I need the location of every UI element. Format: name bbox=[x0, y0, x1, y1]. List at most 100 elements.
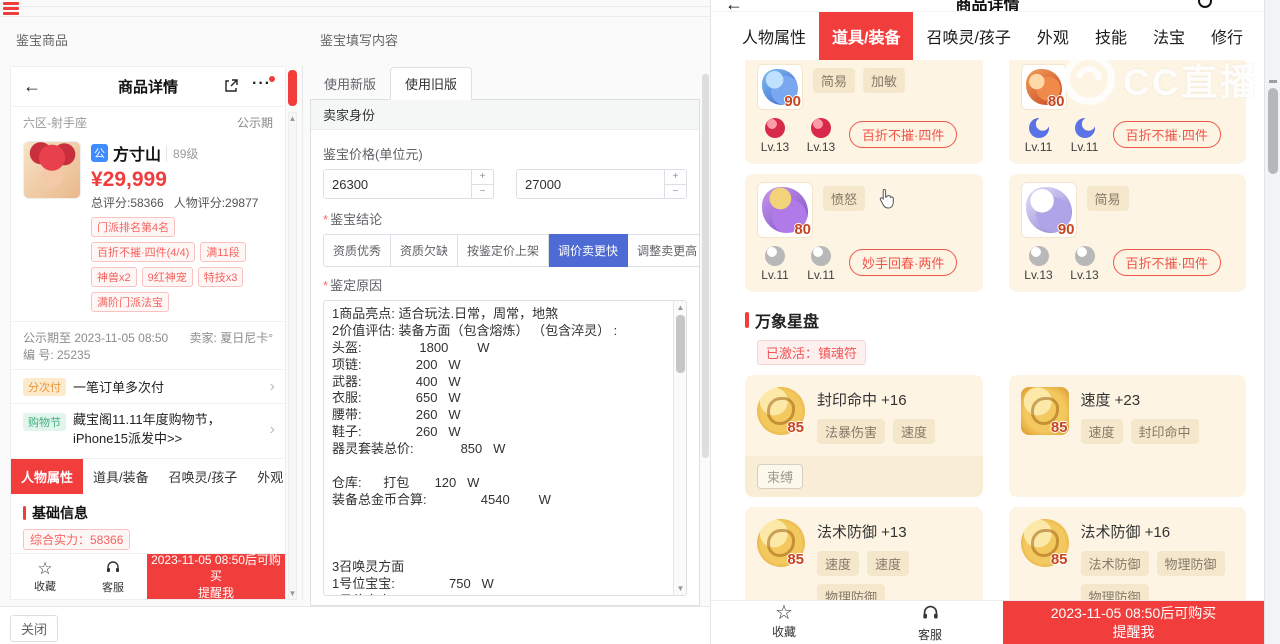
price-low-input[interactable] bbox=[324, 170, 471, 198]
gem-level: Lv.11 bbox=[761, 268, 789, 282]
star-level: 85 bbox=[787, 551, 804, 568]
gem-level: Lv.13 bbox=[1070, 268, 1099, 282]
scrollbar-thumb[interactable] bbox=[676, 315, 685, 373]
serial-number: 编 号: 25235 bbox=[23, 348, 91, 362]
product-nav-bar: ← 商品详情 ··· bbox=[11, 67, 285, 107]
equip-card[interactable]: 90 简易 Lv.13 Lv.13 百折不摧·四件 bbox=[1008, 174, 1246, 292]
installment-row[interactable]: 分次付 一笔订单多次付 › bbox=[11, 369, 285, 403]
service-button[interactable]: 客服 bbox=[857, 601, 1003, 644]
gem-level: Lv.11 bbox=[807, 268, 835, 282]
scrollbar-thumb-red[interactable] bbox=[288, 70, 297, 106]
product-nav-title: 商品详情 bbox=[117, 79, 178, 96]
scrollbar-thumb[interactable] bbox=[1268, 88, 1278, 174]
tab-equipment[interactable]: 道具/装备 bbox=[819, 12, 914, 60]
character-score: 人物评分:29877 bbox=[173, 196, 259, 210]
version-tabs: 使用新版 使用旧版 bbox=[310, 67, 700, 100]
detail-content: 90 简易 加敏 Lv.13 Lv.13 百折不摧·四件 80 Lv.11 Lv… bbox=[711, 60, 1264, 600]
gem-icon bbox=[1028, 118, 1049, 138]
menu-icon[interactable] bbox=[3, 2, 19, 17]
detail-nav-bar: ← 商品详情 bbox=[711, 0, 1264, 12]
star-card[interactable]: 85 法术防御 +16 法术防御 物理防御 物理防御 bbox=[1008, 507, 1246, 600]
tab-cultivation[interactable]: 修行 bbox=[1198, 12, 1256, 60]
option-list-at-appraisal[interactable]: 按鉴定价上架 bbox=[458, 234, 550, 267]
astro-section-header: 万象星盘 bbox=[745, 308, 1246, 332]
tab-skills[interactable]: 技能 bbox=[1082, 12, 1140, 60]
close-button[interactable]: 关闭 bbox=[10, 615, 59, 642]
increase-button[interactable]: + bbox=[472, 170, 493, 185]
increase-button[interactable]: + bbox=[665, 170, 686, 185]
festival-row[interactable]: 购物节 藏宝阁11.11年度购物节，iPhone15派发中>> › bbox=[11, 403, 285, 456]
scroll-down-icon[interactable]: ▼ bbox=[674, 584, 687, 593]
equip-tag: 简易 bbox=[1086, 186, 1129, 211]
tab-appearance[interactable]: 外观 bbox=[247, 459, 285, 494]
installment-badge: 分次付 bbox=[23, 377, 66, 396]
more-icon[interactable]: ··· bbox=[252, 75, 275, 93]
option-quality-poor[interactable]: 资质欠缺 bbox=[391, 234, 459, 267]
top-divider-2 bbox=[0, 16, 710, 17]
buy-reminder-button[interactable]: 2023-11-05 08:50后可购买 提醒我 bbox=[1003, 601, 1264, 644]
collect-button[interactable]: ☆ 收藏 bbox=[711, 601, 857, 644]
equip-card[interactable]: 90 简易 加敏 Lv.13 Lv.13 百折不摧·四件 bbox=[745, 60, 983, 164]
equip-card[interactable]: 80 愤怒 Lv.11 Lv.11 妙手回春·两件 bbox=[745, 174, 983, 292]
tab-equipment[interactable]: 道具/装备 bbox=[83, 459, 159, 494]
star-chip: 法暴伤害 bbox=[817, 419, 886, 444]
character-avatar[interactable] bbox=[23, 141, 81, 199]
textarea-scrollbar[interactable]: ▲ ▼ bbox=[673, 301, 686, 595]
product-panel: ← 商品详情 ··· 六区-射手座 公示期 公 方寸山 89级 ¥29,999 … bbox=[10, 66, 286, 600]
appraisal-form: 使用新版 使用旧版 卖家身份 鉴宝价格(单位元) + − + − bbox=[310, 67, 700, 606]
tab-new-version[interactable]: 使用新版 bbox=[310, 68, 390, 99]
conclusion-label: 鉴宝结论 bbox=[330, 212, 383, 227]
decrease-button[interactable]: − bbox=[472, 185, 493, 199]
equip-tag: 加敏 bbox=[863, 68, 906, 93]
star-card[interactable]: 85 速度 +23 速度 封印命中 bbox=[1008, 375, 1246, 497]
gem-icon bbox=[1028, 246, 1049, 266]
tab-attributes[interactable]: 人物属性 bbox=[729, 12, 819, 60]
gem-icon bbox=[1074, 246, 1095, 266]
option-lower-sell-faster[interactable]: 调价卖更快 bbox=[549, 234, 629, 267]
collect-label: 收藏 bbox=[34, 580, 56, 593]
set-effect-badge: 百折不摧·四件 bbox=[1112, 249, 1221, 276]
scrollbar-thumb[interactable] bbox=[702, 74, 709, 458]
star-chip: 法术防御 bbox=[1080, 551, 1149, 576]
reason-textarea-wrap: 1商品亮点: 适合玩法.日常，周常，地煞 2价值评估: 装备方面（包含熔炼） （… bbox=[323, 300, 687, 596]
star-card[interactable]: 85 法术防御 +13 速度 速度 物理防御 bbox=[745, 507, 983, 600]
price-high-input[interactable] bbox=[517, 170, 664, 198]
buy-time-text: 2023-11-05 08:50后可购买 bbox=[1050, 604, 1217, 621]
page-scrollbar[interactable] bbox=[1264, 0, 1280, 644]
highlight-tag: 满阶门派法宝 bbox=[91, 292, 169, 312]
tab-attributes[interactable]: 人物属性 bbox=[11, 458, 84, 494]
remind-me-text: 提醒我 bbox=[1112, 623, 1155, 640]
reason-textarea[interactable]: 1商品亮点: 适合玩法.日常，周常，地煞 2价值评估: 装备方面（包含熔炼） （… bbox=[324, 301, 673, 595]
share-icon[interactable] bbox=[223, 78, 239, 99]
star-level: 85 bbox=[1050, 551, 1068, 568]
option-quality-good[interactable]: 资质优秀 bbox=[323, 234, 392, 267]
collect-button[interactable]: ☆ 收藏 bbox=[11, 554, 79, 599]
star-icon: ☆ bbox=[775, 602, 793, 624]
tab-summons[interactable]: 召唤灵/孩子 bbox=[159, 459, 248, 494]
form-scrollbar[interactable] bbox=[701, 66, 710, 600]
highlight-tag: 门派排名第4名 bbox=[91, 217, 176, 237]
star-chip: 速度 bbox=[867, 551, 910, 576]
scroll-down-icon[interactable]: ▼ bbox=[287, 589, 298, 598]
scroll-up-icon[interactable]: ▲ bbox=[674, 303, 687, 312]
gem-level: Lv.13 bbox=[1024, 268, 1053, 282]
service-button[interactable]: 客服 bbox=[79, 554, 147, 599]
tab-summons[interactable]: 召唤灵/孩子 bbox=[913, 12, 1023, 60]
option-raise-sell-higher[interactable]: 调整卖更高 bbox=[628, 234, 699, 267]
equip-card[interactable]: 80 Lv.11 Lv.11 百折不摧·四件 bbox=[1008, 60, 1246, 164]
star-chip: 物理防御 bbox=[1156, 551, 1225, 576]
buy-reminder-button[interactable]: 2023-11-05 08:50后可购买 提醒我 bbox=[147, 553, 285, 600]
detail-nav-title: 商品详情 bbox=[955, 0, 1020, 12]
left-scrollbar[interactable]: ▲ ▼ bbox=[287, 66, 298, 600]
basic-info-title: 基础信息 bbox=[32, 504, 88, 521]
remind-me-text: 提醒我 bbox=[197, 585, 234, 600]
required-asterisk: * bbox=[323, 278, 329, 293]
star-card[interactable]: 85 封印命中 +16 法暴伤害 速度 束缚 bbox=[745, 375, 983, 497]
fair-badge: 公 bbox=[91, 144, 108, 162]
tab-old-version[interactable]: 使用旧版 bbox=[390, 67, 473, 100]
decrease-button[interactable]: − bbox=[665, 185, 686, 199]
tab-appearance[interactable]: 外观 bbox=[1024, 12, 1082, 60]
scroll-up-icon[interactable]: ▲ bbox=[287, 114, 298, 123]
tab-treasure[interactable]: 法宝 bbox=[1140, 12, 1198, 60]
middle-divider bbox=[302, 66, 303, 600]
